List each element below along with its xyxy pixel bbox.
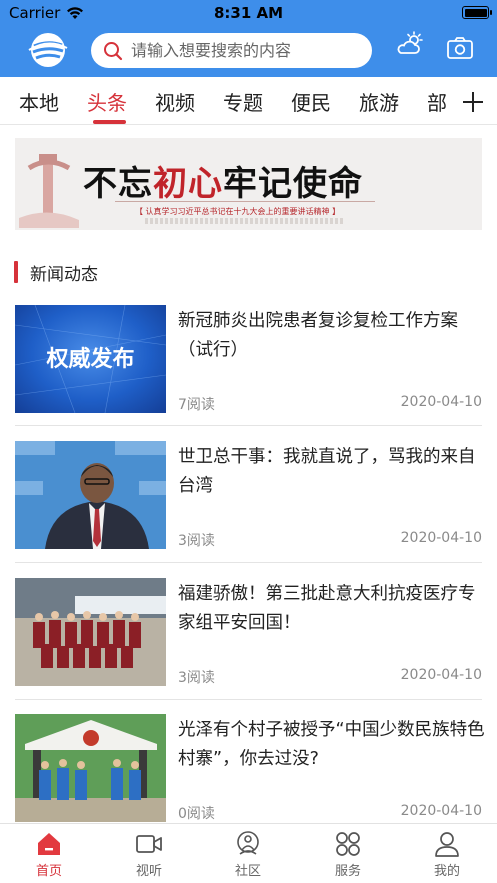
- list-divider: [15, 425, 482, 426]
- camera-icon[interactable]: [446, 36, 474, 60]
- news-date: 2020-04-10: [400, 394, 482, 410]
- news-title: 福建骄傲！第三批赴意大利抗疫医疗专家组平安回国！: [178, 584, 476, 633]
- huabiao-pillar-icon: [19, 154, 79, 228]
- profile-icon: [435, 832, 459, 857]
- search-icon: [104, 41, 123, 60]
- tab-video[interactable]: 视频: [155, 87, 195, 116]
- news-item[interactable]: 世卫总干事：我就直说了，骂我的来自台湾 3阅读 2020-04-10: [15, 441, 482, 555]
- search-input[interactable]: [131, 41, 361, 60]
- tabbar-label: 我的: [433, 864, 460, 879]
- category-tabs: 本地 头条 视频 专题 便民 旅游 部: [0, 77, 497, 125]
- active-tab-indicator: [93, 120, 126, 124]
- news-title: 新冠肺炎出院患者复诊复检工作方案（试行）: [178, 311, 458, 360]
- battery-icon: [462, 6, 492, 19]
- news-thumbnail: 权威发布: [15, 305, 166, 413]
- home-icon: [38, 833, 60, 855]
- section-accent-bar: [14, 261, 18, 283]
- news-thumbnail: [15, 714, 166, 822]
- list-divider: [15, 699, 482, 700]
- tabbar-label: 社区: [234, 864, 261, 879]
- tab-convenience[interactable]: 便民: [291, 87, 331, 116]
- tabbar-label: 视听: [135, 864, 162, 879]
- tab-topics[interactable]: 专题: [223, 87, 263, 116]
- search-bar[interactable]: [91, 33, 372, 68]
- tabbar-label: 服务: [334, 864, 361, 879]
- tabbar-video[interactable]: 视听: [109, 830, 189, 879]
- tab-travel[interactable]: 旅游: [359, 87, 399, 116]
- news-read-count: 3阅读: [178, 670, 215, 686]
- bottom-tab-bar: 首页 视听 社区 服务 我的: [0, 823, 497, 883]
- banner-slogan: 不忘初心牢记使命: [83, 156, 363, 205]
- tabbar-services[interactable]: 服务: [308, 830, 388, 879]
- thumb-photo-speaker: [15, 441, 166, 549]
- tabbar-profile[interactable]: 我的: [407, 830, 487, 879]
- news-thumbnail: [15, 441, 166, 549]
- thumb-caption: 权威发布: [46, 347, 135, 372]
- promo-banner[interactable]: 不忘初心牢记使命 【 认真学习习近平总书记在十九大会上的重要讲话精神 】: [15, 138, 482, 230]
- section-title: 新闻动态: [30, 264, 98, 285]
- news-item[interactable]: 光泽有个村子被授予“中国少数民族特色村寨”，你去过没? 0阅读 2020-04-…: [15, 714, 485, 828]
- status-time: 8:31 AM: [213, 4, 284, 22]
- app-header: Carrier 8:31 AM: [0, 0, 497, 77]
- list-divider: [15, 562, 482, 563]
- news-item[interactable]: 权威发布 新冠肺炎出院患者复诊复检工作方案（试行） 7阅读 2020-04-10: [15, 305, 482, 419]
- news-thumbnail: [15, 578, 166, 686]
- banner-subtitle: 【 认真学习习近平总书记在十九大会上的重要讲话精神 】: [135, 207, 341, 216]
- news-date: 2020-04-10: [400, 803, 482, 819]
- app-logo-icon[interactable]: [28, 30, 68, 70]
- add-channel-icon[interactable]: [459, 88, 487, 116]
- news-date: 2020-04-10: [400, 530, 482, 546]
- slogan-right: 牢记使命: [223, 164, 363, 204]
- news-title: 世卫总干事：我就直说了，骂我的来自台湾: [178, 447, 476, 496]
- slogan-mid: 初心: [153, 164, 223, 204]
- services-icon: [336, 832, 360, 856]
- news-read-count: 0阅读: [178, 806, 215, 822]
- slogan-left: 不忘: [83, 164, 153, 204]
- tabbar-home[interactable]: 首页: [9, 830, 89, 879]
- thumb-photo-village: [15, 714, 166, 822]
- news-date: 2020-04-10: [400, 667, 482, 683]
- banner-divider: [115, 201, 375, 202]
- tabbar-label: 首页: [35, 864, 62, 879]
- tabbar-community[interactable]: 社区: [208, 830, 288, 879]
- thumb-photo-team: [15, 578, 166, 686]
- video-icon: [136, 835, 162, 853]
- tab-headlines[interactable]: 头条: [87, 87, 127, 116]
- news-read-count: 7阅读: [178, 397, 215, 413]
- tab-departments[interactable]: 部: [427, 87, 447, 116]
- news-section-header: 新闻动态: [14, 260, 98, 285]
- news-item[interactable]: 福建骄傲！第三批赴意大利抗疫医疗专家组平安回国！ 3阅读 2020-04-10: [15, 578, 482, 692]
- community-icon: [237, 831, 259, 855]
- news-title: 光泽有个村子被授予“中国少数民族特色村寨”，你去过没?: [178, 720, 485, 769]
- tab-local[interactable]: 本地: [19, 87, 59, 116]
- news-read-count: 3阅读: [178, 533, 215, 549]
- status-bar: Carrier 8:31 AM: [0, 0, 497, 26]
- banner-fine-print: [145, 218, 345, 224]
- weather-icon[interactable]: [395, 30, 425, 60]
